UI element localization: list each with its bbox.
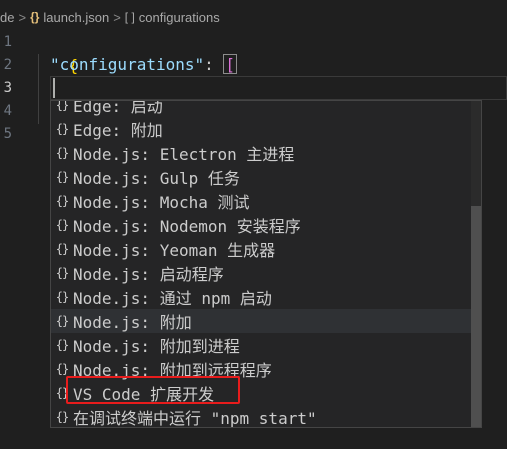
suggestion-item[interactable]: {} Node.js: Mocha 测试 bbox=[51, 189, 471, 213]
json-file-icon: {} bbox=[30, 10, 40, 24]
chevron-right-icon: > bbox=[113, 9, 121, 25]
line-number: 4 bbox=[3, 103, 12, 119]
suggestion-item[interactable]: {} Node.js: Nodemon 安装程序 bbox=[51, 213, 471, 237]
suggestion-item[interactable]: {} Node.js: Gulp 任务 bbox=[51, 165, 471, 189]
snippet-icon: {} bbox=[55, 146, 69, 160]
snippet-icon: {} bbox=[55, 122, 69, 136]
red-highlight-annotation bbox=[66, 376, 240, 404]
suggestion-scrollbar-track[interactable] bbox=[471, 101, 481, 427]
suggestion-item[interactable]: {} 在调试终端中运行 "npm start" bbox=[51, 405, 471, 427]
text-cursor bbox=[53, 78, 55, 98]
suggestion-item[interactable]: {} Node.js: Electron 主进程 bbox=[51, 141, 471, 165]
suggestion-item[interactable]: {} Node.js: 启动程序 bbox=[51, 261, 471, 285]
snippet-icon: {} bbox=[55, 170, 69, 184]
line-number: 5 bbox=[3, 126, 12, 142]
suggestion-scrollbar-thumb[interactable] bbox=[471, 206, 481, 427]
suggestion-item[interactable]: {} Node.js: 附加到进程 bbox=[51, 333, 471, 357]
snippet-icon: {} bbox=[55, 410, 69, 424]
breadcrumb-item-folder[interactable]: de bbox=[0, 10, 14, 25]
line-number-active: 3 bbox=[3, 80, 12, 96]
suggestion-item[interactable]: {} Edge: 启动 bbox=[51, 100, 471, 117]
array-symbol-icon: [ ] bbox=[124, 10, 135, 24]
breadcrumb: de > {} launch.json > [ ] configurations bbox=[0, 0, 507, 34]
snippet-icon: {} bbox=[55, 266, 69, 280]
snippet-icon: {} bbox=[55, 362, 69, 376]
suggestion-item[interactable]: {} Node.js: 通过 npm 启动 bbox=[51, 285, 471, 309]
snippet-icon: {} bbox=[55, 218, 69, 232]
code-line-2: "configurations": [ bbox=[50, 53, 238, 77]
snippet-icon: {} bbox=[55, 242, 69, 256]
open-bracket: [ bbox=[223, 54, 238, 74]
suggestion-item-selected[interactable]: {} Node.js: 附加 bbox=[51, 309, 471, 333]
breadcrumb-item-symbol[interactable]: configurations bbox=[139, 10, 220, 25]
breadcrumb-item-file[interactable]: launch.json bbox=[43, 10, 109, 25]
line-number: 1 bbox=[3, 34, 12, 50]
snippet-icon: {} bbox=[55, 194, 69, 208]
snippet-icon: {} bbox=[55, 290, 69, 304]
snippet-icon: {} bbox=[55, 100, 69, 112]
line-number: 2 bbox=[3, 57, 12, 73]
colon: : bbox=[204, 55, 224, 74]
chevron-right-icon: > bbox=[18, 9, 27, 25]
suggestion-item[interactable]: {} Edge: 附加 bbox=[51, 117, 471, 141]
snippet-icon: {} bbox=[55, 314, 69, 328]
current-line-highlight bbox=[50, 76, 507, 100]
json-key: "configurations" bbox=[50, 55, 205, 74]
suggestion-item[interactable]: {} Node.js: Yeoman 生成器 bbox=[51, 237, 471, 261]
snippet-icon: {} bbox=[55, 338, 69, 352]
